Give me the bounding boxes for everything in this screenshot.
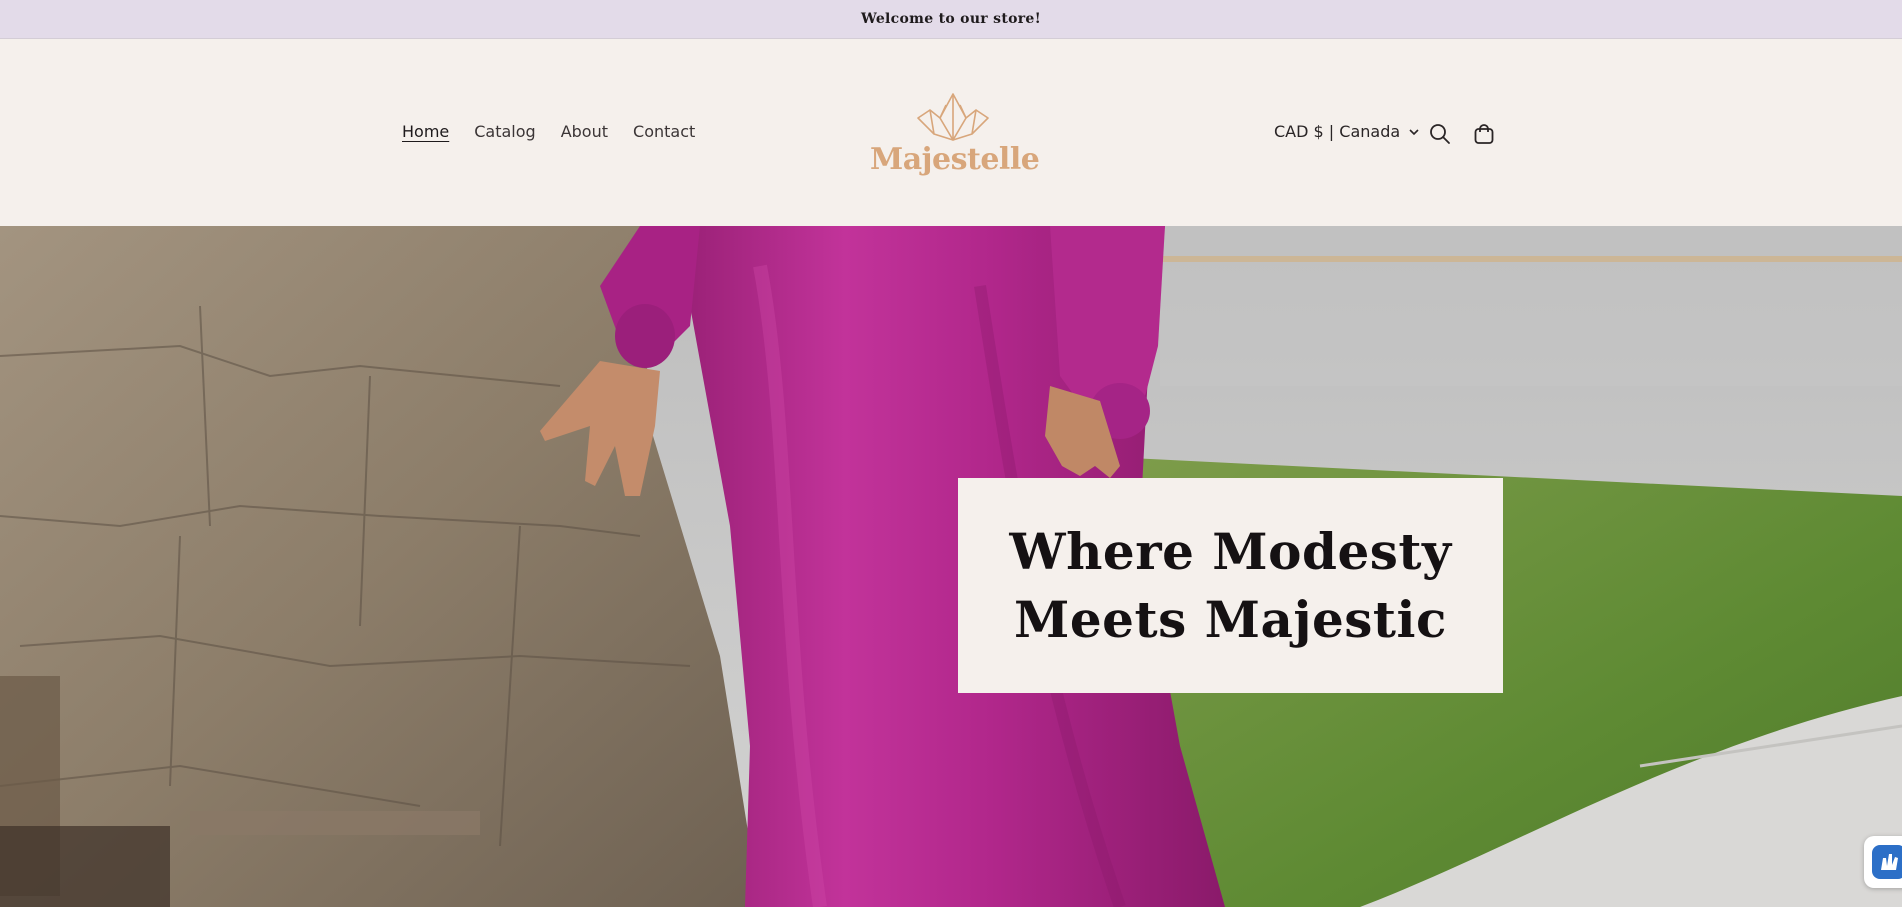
hero-title: Where Modesty Meets Majestic (1009, 518, 1451, 654)
announcement-bar: Welcome to our store! (0, 0, 1902, 39)
nav-item-catalog[interactable]: Catalog (474, 122, 535, 141)
hero-title-line-2: Meets Majestic (1014, 589, 1447, 649)
cart-icon (1474, 124, 1494, 144)
currency-label: CAD $ | Canada (1274, 122, 1401, 141)
nav-item-home[interactable]: Home (402, 122, 449, 141)
nav-item-about[interactable]: About (561, 122, 608, 141)
hand-icon (1872, 845, 1902, 879)
currency-selector[interactable]: CAD $ | Canada (1274, 122, 1420, 141)
brand-logo[interactable]: Majestelle (870, 88, 1040, 188)
crown-logo-icon (917, 93, 989, 141)
hero-title-card: Where Modesty Meets Majestic (958, 478, 1503, 693)
announcement-text: Welcome to our store! (860, 11, 1042, 27)
cart-button[interactable] (1469, 119, 1499, 149)
site-header: Home Catalog About Contact Majestelle CA… (0, 39, 1902, 226)
accessibility-widget-button[interactable] (1864, 836, 1902, 888)
main-nav: Home Catalog About Contact (402, 122, 695, 141)
hero-banner (0, 226, 1902, 907)
search-button[interactable] (1425, 119, 1455, 149)
search-icon (1430, 124, 1450, 144)
nav-item-contact[interactable]: Contact (633, 122, 695, 141)
brand-name: Majestelle (870, 142, 1040, 177)
chevron-down-icon (1409, 128, 1419, 135)
hero-image (0, 226, 1902, 907)
hero-title-line-1: Where Modesty (1009, 521, 1452, 581)
